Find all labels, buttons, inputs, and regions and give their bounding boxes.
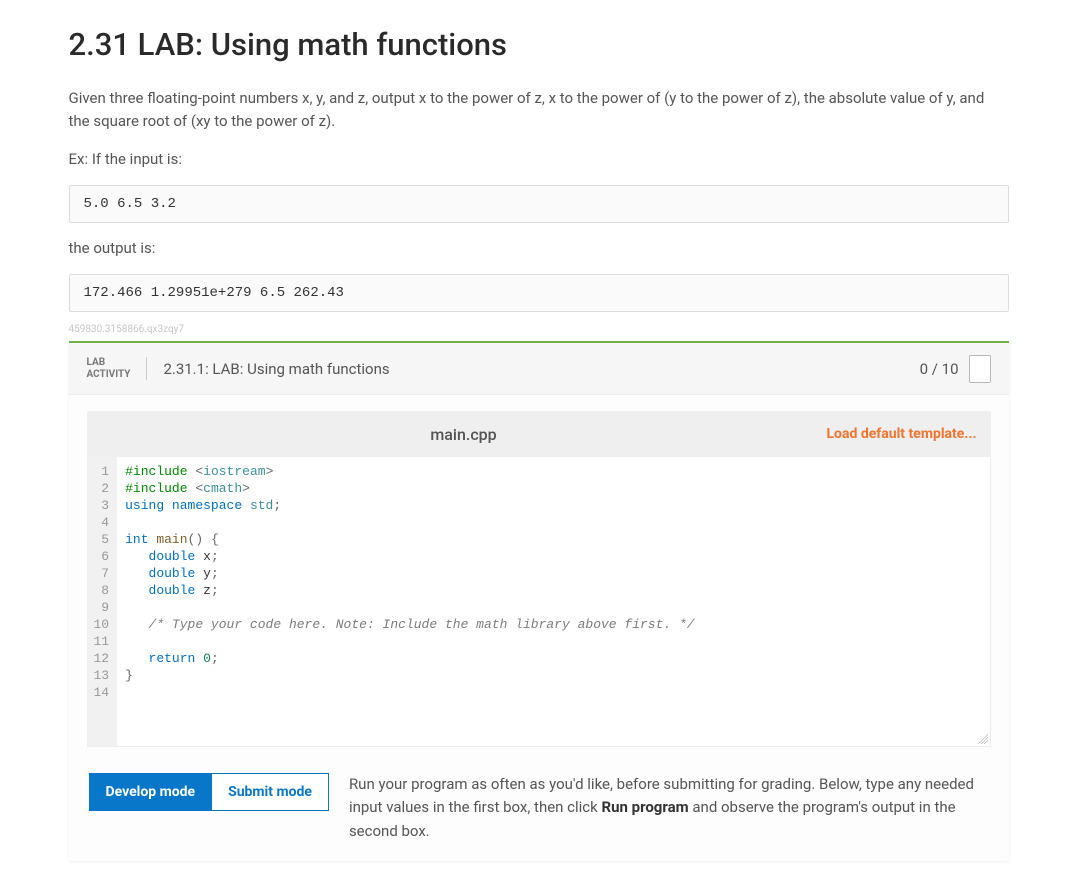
filename-label: main.cpp [430, 425, 496, 444]
page-title: 2.31 LAB: Using math functions [69, 26, 1009, 63]
example-input-block: 5.0 6.5 3.2 [69, 185, 1009, 223]
line-number-gutter: 1234567891011121314 [88, 457, 118, 746]
load-default-template-button[interactable]: Load default template... [826, 426, 976, 442]
develop-mode-button[interactable]: Develop mode [89, 773, 213, 811]
resource-id: 459830.3158866.qx3zqy7 [69, 324, 1009, 335]
example-output-label: the output is: [69, 237, 1009, 260]
bookmark-icon[interactable] [969, 355, 991, 383]
code-area[interactable]: #include <iostream>#include <cmath>using… [117, 457, 989, 746]
file-header: main.cpp Load default template... [87, 411, 991, 457]
lab-activity-panel: LAB ACTIVITY 2.31.1: LAB: Using math fun… [69, 341, 1009, 861]
resize-handle-icon[interactable] [978, 734, 988, 744]
intro-text: Given three floating-point numbers x, y,… [69, 87, 1009, 134]
code-editor[interactable]: 1234567891011121314 #include <iostream>#… [87, 457, 991, 747]
mode-row: Develop mode Submit mode Run your progra… [87, 773, 991, 843]
mode-help-text: Run your program as often as you'd like,… [349, 773, 989, 843]
lab-header: LAB ACTIVITY 2.31.1: LAB: Using math fun… [69, 343, 1009, 395]
submit-mode-button[interactable]: Submit mode [212, 773, 329, 811]
lab-title: 2.31.1: LAB: Using math functions [163, 360, 919, 378]
lab-score: 0 / 10 [920, 360, 959, 378]
example-output-block: 172.466 1.29951e+279 6.5 262.43 [69, 274, 1009, 312]
example-input-label: Ex: If the input is: [69, 148, 1009, 171]
lab-activity-label: LAB ACTIVITY [87, 357, 148, 380]
mode-buttons: Develop mode Submit mode [89, 773, 329, 811]
